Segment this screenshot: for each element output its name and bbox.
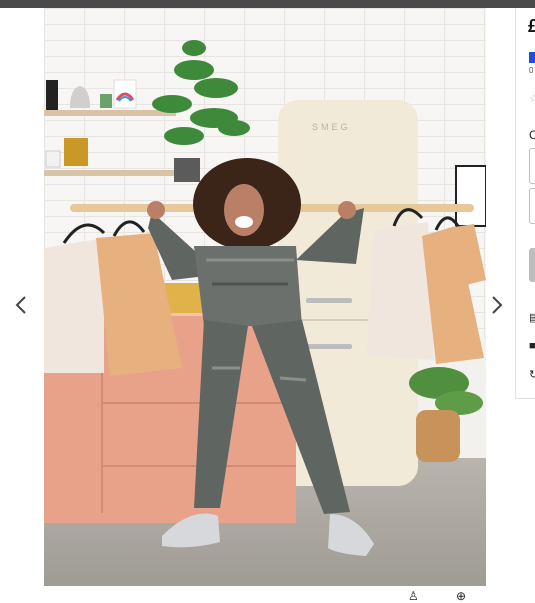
chevron-right-icon (492, 296, 503, 314)
ruler-icon[interactable]: ▤ (529, 311, 535, 324)
rating-count: 0 (529, 66, 534, 75)
wall-frame (455, 165, 486, 227)
add-to-bag-button[interactable] (529, 248, 535, 282)
colour-select[interactable] (529, 148, 535, 184)
shelf-cactus (100, 94, 112, 108)
rating-icon (529, 52, 535, 63)
purchase-panel: £ 0 ☆ C ▤ ■ ↻ (515, 8, 535, 399)
zoom-icon[interactable]: ⊕ (456, 589, 466, 603)
product-image[interactable]: SMEG (44, 8, 486, 586)
floor-plant (409, 367, 483, 462)
truck-icon: ■ (529, 340, 535, 352)
shelf-kettle (64, 138, 88, 166)
browser-top-bar (0, 0, 535, 8)
shelf-top (44, 110, 176, 116)
return-icon: ↻ (529, 368, 535, 381)
person-icon[interactable]: ♙ (408, 589, 419, 603)
next-image-button[interactable] (486, 292, 508, 318)
product-photo-illustration: SMEG (44, 40, 486, 556)
image-toolbar: ♙ ⊕ (0, 589, 535, 603)
fridge-brand-text: SMEG (312, 122, 351, 132)
shelf-sign-s (46, 80, 58, 110)
shopping-bags-right (366, 208, 486, 364)
option-label: C (529, 128, 535, 142)
star-icon[interactable]: ☆ (529, 92, 535, 105)
shelf-bottom (44, 170, 176, 176)
previous-image-button[interactable] (10, 292, 32, 318)
shelf-tin (45, 150, 61, 168)
size-select[interactable] (529, 188, 535, 224)
chevron-left-icon (15, 296, 26, 314)
shelf-jug (70, 86, 90, 108)
price-currency: £ (528, 16, 535, 37)
